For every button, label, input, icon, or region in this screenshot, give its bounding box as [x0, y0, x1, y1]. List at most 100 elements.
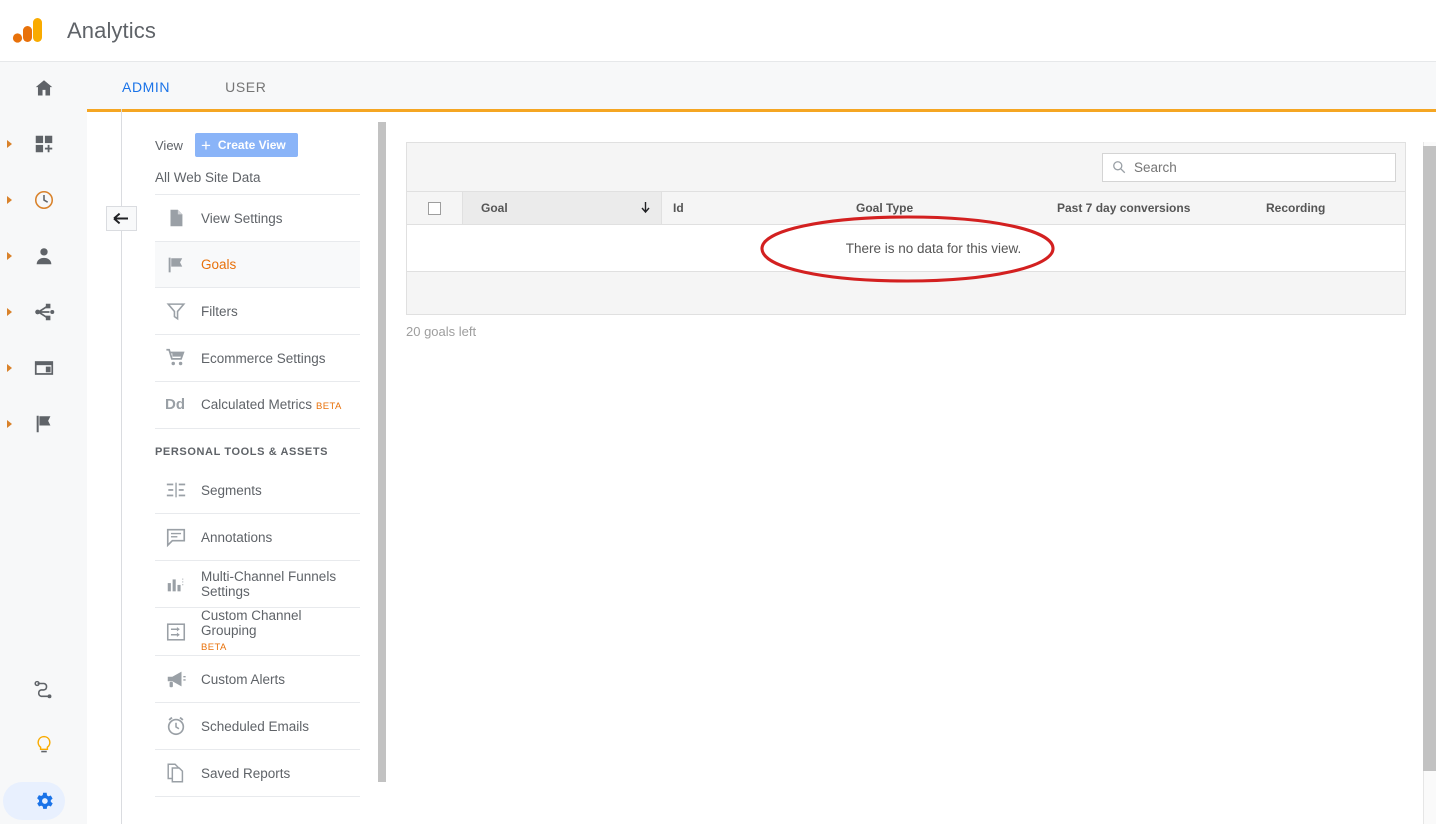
- rail-item-realtime[interactable]: [0, 180, 87, 220]
- menu-item-custom-alerts[interactable]: Custom Alerts: [155, 656, 360, 703]
- collapse-panel-button[interactable]: [106, 206, 137, 231]
- google-analytics-logo: [11, 14, 45, 48]
- rail-item-attribution[interactable]: [0, 669, 87, 709]
- arrow-left-icon: [113, 212, 130, 225]
- goals-table-area: Goal Id Goal Type Past 7 day conversions…: [406, 142, 1406, 339]
- column-label: Recording: [1266, 201, 1325, 215]
- search-input[interactable]: [1134, 160, 1374, 175]
- funnel-icon: [165, 300, 187, 322]
- rail-item-conversions[interactable]: [0, 404, 87, 444]
- menu-item-segments[interactable]: Segments: [155, 467, 360, 514]
- column-header-id[interactable]: Id: [662, 192, 856, 224]
- rail-item-audience[interactable]: [0, 236, 87, 276]
- menu-item-ecommerce-settings[interactable]: Ecommerce Settings: [155, 335, 360, 382]
- column-header-goal-type[interactable]: Goal Type: [856, 192, 1057, 224]
- document-icon: [165, 207, 187, 229]
- audience-person-icon: [33, 245, 55, 267]
- column-label: Goal Type: [856, 201, 913, 215]
- acquisition-share-icon: [33, 301, 55, 323]
- beta-badge: BETA: [316, 401, 342, 412]
- realtime-clock-icon: [33, 189, 55, 211]
- table-toolbar: [407, 143, 1405, 192]
- menu-item-goals[interactable]: Goals: [155, 241, 360, 288]
- alarm-clock-icon: [165, 715, 187, 737]
- empty-state-message: There is no data for this view.: [407, 225, 1405, 272]
- rail-item-discover[interactable]: [0, 725, 87, 765]
- discover-bulb-icon: [33, 734, 55, 756]
- view-settings-menu: View Settings Goals Filters: [155, 194, 360, 429]
- menu-item-label: Ecommerce Settings: [201, 351, 326, 366]
- menu-item-label: Scheduled Emails: [201, 719, 309, 734]
- rail-item-admin[interactable]: [0, 781, 87, 821]
- current-view-name: All Web Site Data: [138, 157, 378, 194]
- plus-icon: +: [201, 137, 211, 154]
- chevron-right-icon: [7, 140, 12, 148]
- search-box[interactable]: [1102, 153, 1396, 182]
- admin-tab-bar: ADMIN USER: [87, 62, 1436, 109]
- app-title: Analytics: [67, 18, 156, 44]
- select-all-cell[interactable]: [407, 192, 462, 224]
- create-view-label: Create View: [218, 138, 286, 152]
- section-title-personal-tools: PERSONAL TOOLS & ASSETS: [155, 429, 360, 467]
- column-label: Id: [673, 201, 684, 215]
- menu-item-annotations[interactable]: Annotations: [155, 514, 360, 561]
- menu-item-label: Calculated Metrics: [201, 397, 312, 412]
- tab-admin[interactable]: ADMIN: [122, 79, 170, 109]
- menu-item-label: Saved Reports: [201, 766, 290, 781]
- goals-table: Goal Id Goal Type Past 7 day conversions…: [406, 142, 1406, 315]
- dd-text-icon: Dd: [165, 394, 187, 416]
- behavior-window-icon: [33, 357, 55, 379]
- beta-badge: BETA: [201, 642, 227, 653]
- main-scrollbar-thumb[interactable]: [1423, 146, 1436, 771]
- menu-item-label: Segments: [201, 483, 262, 498]
- menu-item-label: Custom Alerts: [201, 672, 285, 687]
- menu-item-label: Multi-Channel Funnels Settings: [201, 569, 360, 599]
- analytics-admin-page: Analytics: [0, 0, 1436, 824]
- panel-column-label: View: [155, 138, 183, 153]
- table-footer: [407, 272, 1405, 314]
- table-header-row: Goal Id Goal Type Past 7 day conversions…: [407, 192, 1405, 225]
- menu-item-view-settings[interactable]: View Settings: [155, 195, 360, 242]
- menu-item-label: Annotations: [201, 530, 272, 545]
- megaphone-icon: [165, 668, 187, 690]
- arrow-down-icon: [641, 202, 650, 214]
- menu-item-multi-channel-funnels-settings[interactable]: Multi-Channel Funnels Settings: [155, 561, 360, 608]
- menu-item-label: Goals: [201, 257, 236, 272]
- copy-pages-icon: [165, 762, 187, 784]
- menu-item-custom-channel-grouping[interactable]: Custom Channel Grouping BETA: [155, 608, 360, 656]
- column-label: Goal: [481, 201, 508, 215]
- panel-header: View + Create View: [138, 120, 378, 157]
- chevron-right-icon: [7, 420, 12, 428]
- select-all-checkbox[interactable]: [428, 202, 441, 215]
- customization-icon: [33, 133, 55, 155]
- chevron-right-icon: [7, 196, 12, 204]
- column-header-goal[interactable]: Goal: [462, 192, 662, 224]
- menu-item-filters[interactable]: Filters: [155, 288, 360, 335]
- menu-item-label: Filters: [201, 304, 238, 319]
- panel-scrollbar[interactable]: [378, 122, 386, 782]
- chevron-right-icon: [7, 364, 12, 372]
- conversions-flag-icon: [33, 413, 55, 435]
- menu-item-calculated-metrics[interactable]: Dd Calculated Metrics BETA: [155, 382, 360, 429]
- goals-left-note: 20 goals left: [406, 324, 1406, 339]
- rail-item-acquisition[interactable]: [0, 292, 87, 332]
- home-icon: [33, 77, 55, 99]
- rail-item-home[interactable]: [0, 68, 87, 108]
- menu-item-saved-reports[interactable]: Saved Reports: [155, 750, 360, 797]
- tab-user[interactable]: USER: [225, 79, 266, 109]
- rail-item-behavior[interactable]: [0, 348, 87, 388]
- column-header-recording[interactable]: Recording: [1266, 192, 1405, 224]
- column-header-past-7-day-conversions[interactable]: Past 7 day conversions: [1057, 192, 1266, 224]
- menu-item-scheduled-emails[interactable]: Scheduled Emails: [155, 703, 360, 750]
- channel-grouping-icon: [165, 621, 187, 643]
- rail-item-customization[interactable]: [0, 124, 87, 164]
- view-settings-panel: View + Create View All Web Site Data Vie…: [138, 120, 378, 824]
- chevron-right-icon: [7, 252, 12, 260]
- create-view-button[interactable]: + Create View: [195, 133, 298, 157]
- menu-item-label: View Settings: [201, 211, 283, 226]
- top-bar: Analytics: [0, 0, 1436, 62]
- admin-gear-icon: [33, 790, 55, 812]
- menu-item-label: Custom Channel Grouping: [201, 608, 302, 638]
- segments-icon: [165, 479, 187, 501]
- column-label: Past 7 day conversions: [1057, 201, 1190, 215]
